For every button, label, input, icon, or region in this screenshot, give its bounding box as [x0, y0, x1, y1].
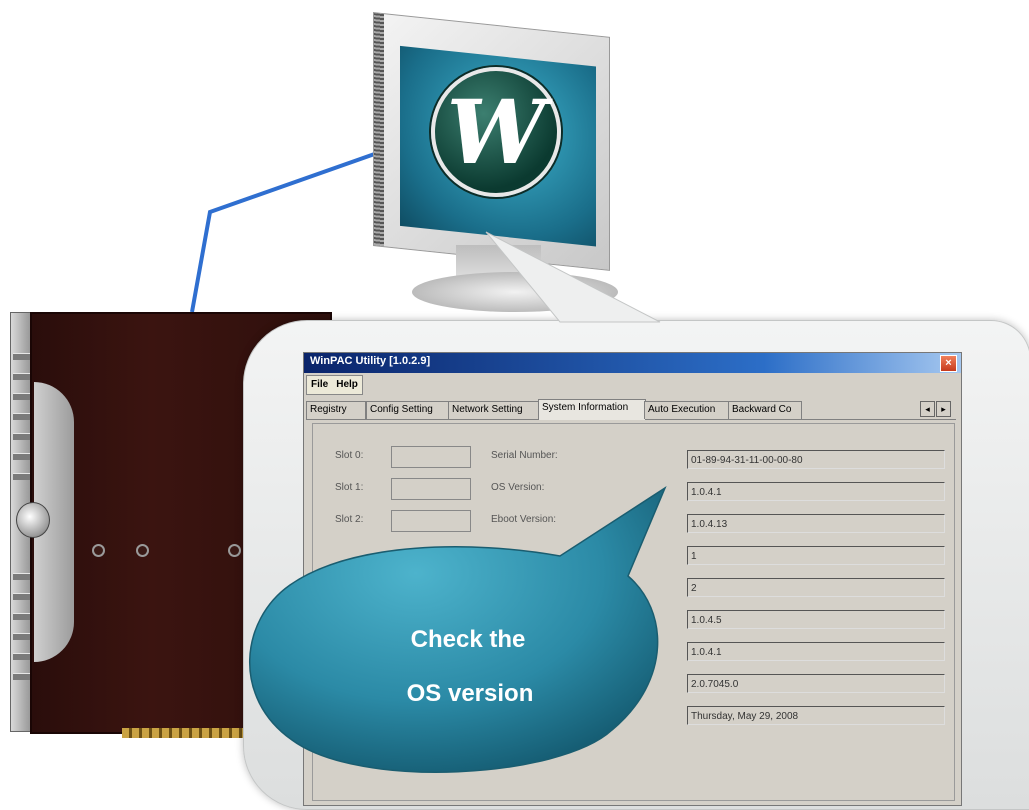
callout-text-line-2: OS version [406, 680, 534, 707]
callout-text-line-1: Check the [410, 626, 526, 653]
